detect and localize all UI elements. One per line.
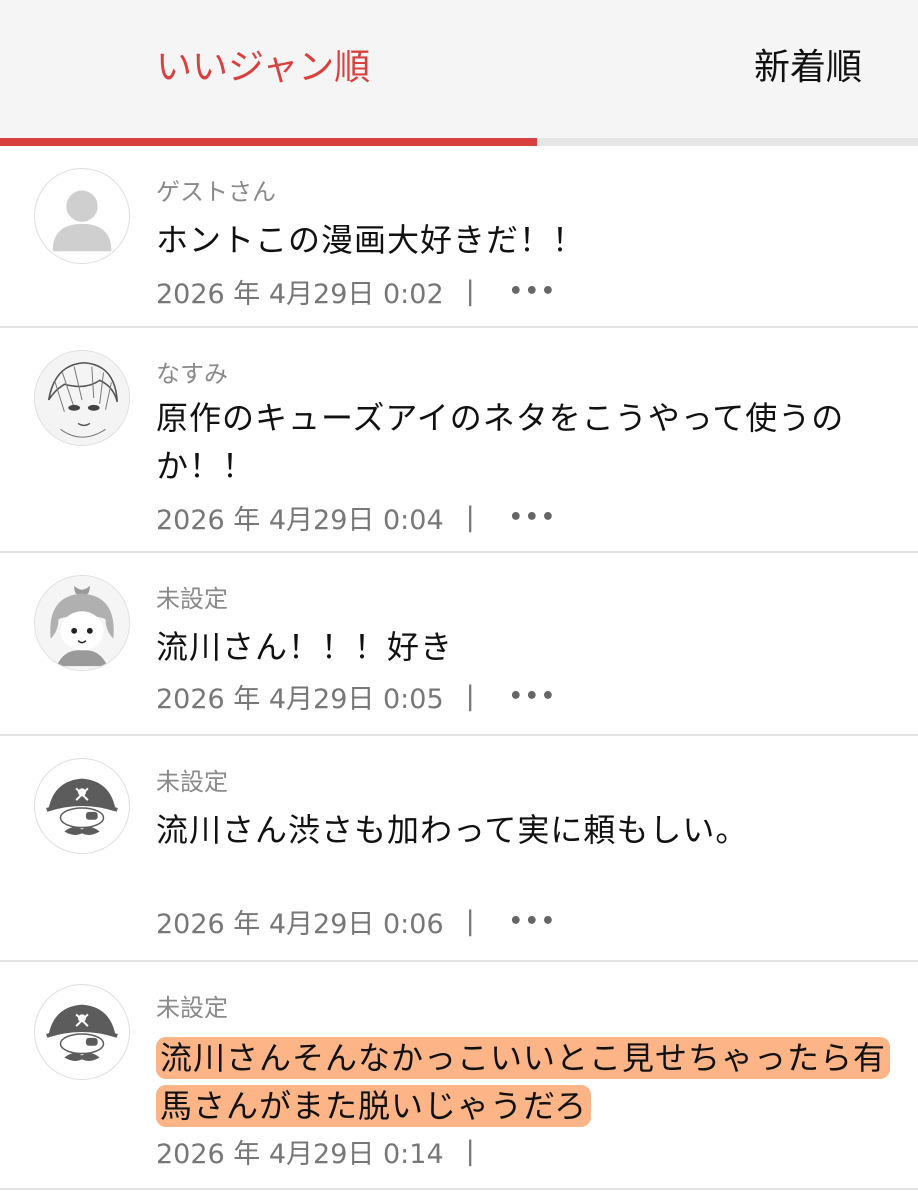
more-options-icon[interactable]: •••: [509, 279, 557, 304]
meta-separator: |: [465, 1136, 475, 1167]
comment-author: なすみ: [156, 360, 228, 388]
highlighted-text: 流川さんそんなかっこいいとこ見せちゃったら有馬さんがまた脱いじゃうだろ: [156, 1037, 891, 1127]
comment-meta: 2026 年 4月29日 0:02 | •••: [156, 272, 557, 311]
comment-author: 未設定: [156, 994, 228, 1022]
comment-item: なすみ 原作のキューズアイのネタをこうやって使うのか！！ 2026 年 4月29…: [0, 328, 918, 553]
comment-item: 未設定 流川さん！！！好き 2026 年 4月29日 0:05 | •••: [0, 553, 918, 736]
comment-date: 2026 年 4月29日 0:06: [156, 909, 444, 940]
comment-item: 未設定 流川さん渋さも加わって実に頼もしい。 2026 年 4月29日 0:06…: [0, 736, 918, 962]
comment-item: ゲストさん ホントこの漫画大好きだ！！ 2026 年 4月29日 0:02 | …: [0, 146, 918, 328]
comment-item: 未設定 流川さんそんなかっこいいとこ見せちゃったら有馬さんがまた脱いじゃうだろ …: [0, 962, 918, 1188]
comment-date: 2026 年 4月29日 0:04: [156, 505, 444, 536]
comment-meta: 2026 年 4月29日 0:05 | •••: [156, 677, 557, 716]
more-options-icon[interactable]: •••: [509, 505, 557, 530]
comment-text: 流川さん渋さも加わって実に頼もしい。: [156, 811, 749, 849]
comment-author: 未設定: [156, 768, 228, 796]
comment-text: 原作のキューズアイのネタをこうやって使うのか！！: [156, 399, 845, 485]
comment-date: 2026 年 4月29日 0:05: [156, 684, 444, 715]
comment-meta: 2026 年 4月29日 0:06 | •••: [156, 902, 557, 941]
comment-meta: 2026 年 4月29日 0:04 | •••: [156, 498, 557, 537]
pirate-icon[interactable]: [34, 984, 130, 1080]
more-options-icon[interactable]: •••: [509, 909, 557, 934]
pirate-icon[interactable]: [34, 758, 130, 854]
meta-separator: |: [465, 502, 475, 533]
comment-divider: [0, 1188, 918, 1190]
comment-text: 流川さんそんなかっこいいとこ見せちゃったら有馬さんがまた脱いじゃうだろ: [156, 1034, 896, 1130]
sort-tabs: いいジャン順 新着順: [0, 0, 918, 138]
meta-separator: |: [465, 906, 475, 937]
manga-character-avatar[interactable]: [34, 350, 130, 446]
tab-indicator-track: [0, 138, 918, 146]
tab-newest[interactable]: 新着順: [754, 42, 862, 94]
meta-separator: |: [465, 681, 475, 712]
tab-popular[interactable]: いいジャン順: [156, 42, 370, 94]
more-options-icon[interactable]: •••: [509, 684, 557, 709]
tab-active-indicator: [0, 138, 538, 146]
meta-separator: |: [465, 276, 475, 307]
comment-author: ゲストさん: [156, 178, 276, 206]
comment-text: 流川さん！！！好き: [156, 628, 454, 666]
comment-meta: 2026 年 4月29日 0:14 |: [156, 1132, 475, 1171]
comment-text: ホントこの漫画大好きだ！！: [156, 221, 586, 259]
comment-date: 2026 年 4月29日 0:14: [156, 1139, 444, 1170]
comment-author: 未設定: [156, 585, 228, 613]
girl-with-bow-avatar[interactable]: [34, 575, 130, 671]
comment-date: 2026 年 4月29日 0:02: [156, 279, 444, 310]
default-user-icon[interactable]: [34, 168, 130, 264]
